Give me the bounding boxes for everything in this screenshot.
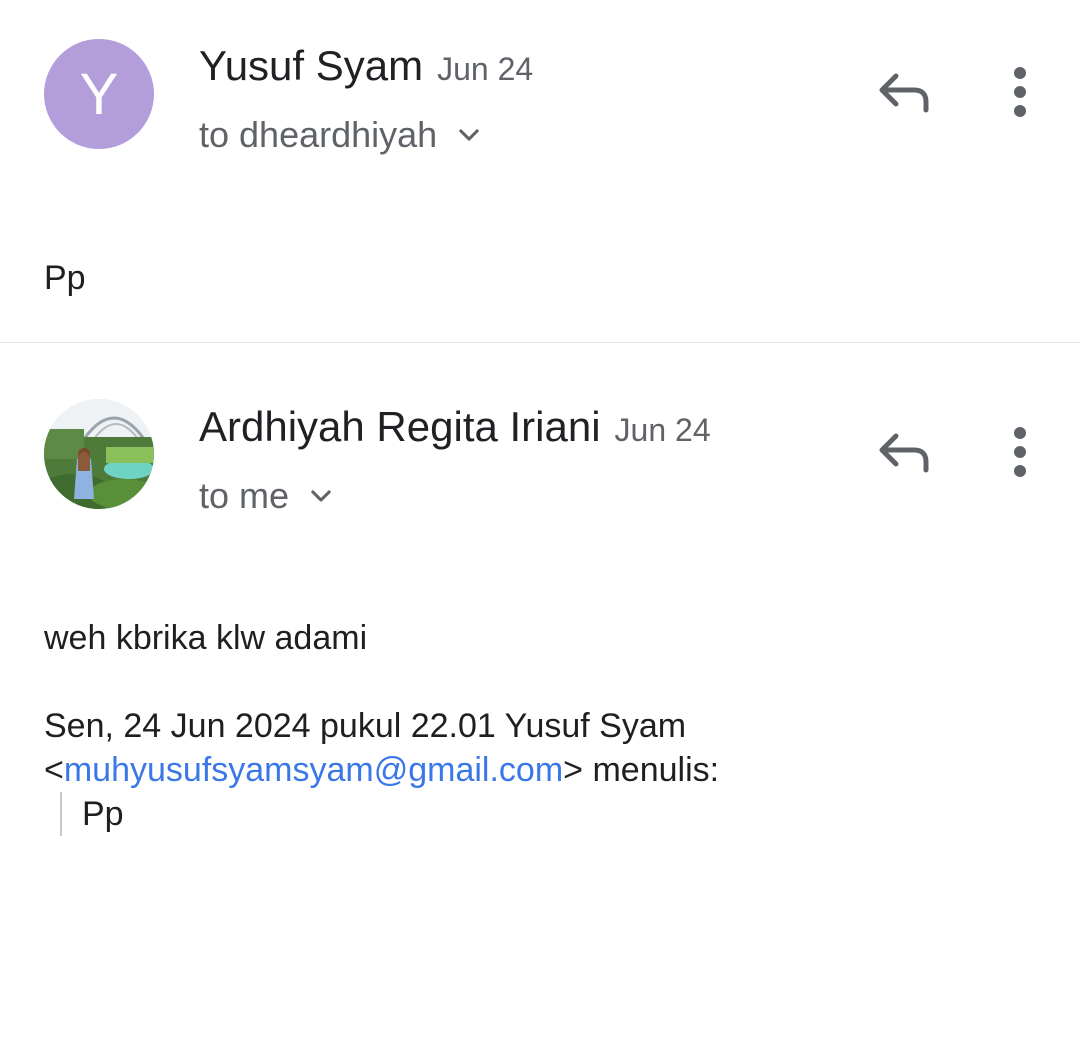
chevron-down-icon [307,482,335,510]
reply-button[interactable] [872,62,936,126]
more-options-button[interactable] [988,62,1052,126]
quote-attribution-email-line: <muhyusufsyamsyam@gmail.com> menulis: [44,748,719,792]
sender-name: Yusuf Syam [199,42,424,89]
quote-open: < [44,751,64,789]
profile-photo [44,399,154,509]
reply-icon [876,430,932,479]
avatar-letter: Y [79,61,119,127]
quoted-text-block: Pp [60,792,124,836]
message-body: weh kbrika klw adami [44,619,368,657]
quote-attribution-line: Sen, 24 Jun 2024 pukul 22.01 Yusuf Syam [44,707,687,745]
reply-button[interactable] [872,422,936,486]
message-date: Jun 24 [614,412,711,448]
more-vert-icon [1012,426,1028,482]
recipient-details-toggle[interactable]: to me [199,475,335,517]
sender-avatar[interactable]: Y [44,39,154,149]
chevron-down-icon [455,121,483,149]
message-body: Pp [44,259,86,297]
sender-avatar[interactable] [44,399,154,509]
email-link[interactable]: muhyusufsyamsyam@gmail.com [64,751,563,789]
reply-icon [876,70,932,119]
more-options-button[interactable] [988,422,1052,486]
recipient-details-toggle[interactable]: to dheardhiyah [199,114,483,156]
more-vert-icon [1012,66,1028,122]
recipient-label: to me [199,475,290,516]
sender-row: Yusuf Syam Jun 24 [199,42,533,90]
recipient-label: to dheardhiyah [199,114,438,155]
sender-name: Ardhiyah Regita Iriani [199,403,601,450]
sender-row: Ardhiyah Regita Iriani Jun 24 [199,403,711,451]
email-message: Ardhiyah Regita Iriani Jun 24 to me weh … [0,343,1080,1043]
message-date: Jun 24 [437,51,534,87]
quote-attribution: Sen, 24 Jun 2024 pukul 22.01 Yusuf Syam … [44,704,719,792]
email-message: Y Yusuf Syam Jun 24 to dheardhiyah Pp [0,0,1080,342]
quoted-text: Pp [82,795,124,833]
quote-close: > menulis: [563,751,720,789]
